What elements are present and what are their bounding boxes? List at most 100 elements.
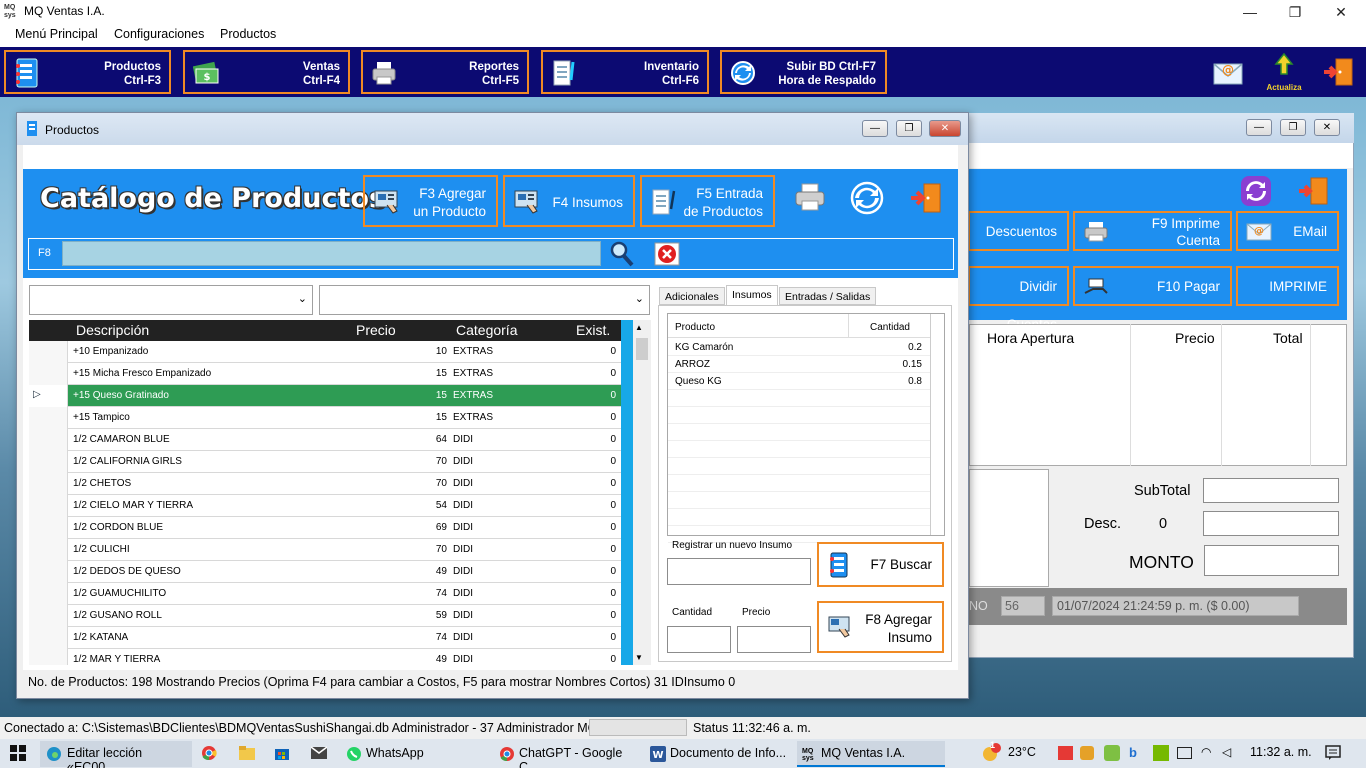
close-button[interactable]: ✕ [1327,2,1355,22]
table-row[interactable]: 1/2 CULICHI 70 DIDI 0 [29,539,621,561]
chrome-icon[interactable] [201,745,217,761]
tray-battery-icon[interactable] [1177,747,1192,759]
row-header[interactable] [29,583,68,605]
filter-combo-2[interactable]: ⌄ [319,285,650,315]
cantidad-input[interactable] [667,626,731,653]
row-header[interactable] [29,363,68,385]
productos-minimize-button[interactable]: — [862,120,888,137]
toolbar-subir-bd-button[interactable]: Subir BD Ctrl-F7 Hora de Respaldo [720,50,887,94]
insumo-row[interactable]: ARROZ 0.15 [668,356,930,373]
exit-door-icon[interactable] [1322,56,1356,88]
tray-volume-icon[interactable]: ◁ [1222,745,1231,759]
taskbar-item-chrome[interactable]: ChatGPT - Google C... [493,741,641,768]
agregar-insumo-button[interactable]: F8 Agregar Insumo [817,601,944,653]
row-header[interactable] [29,649,68,665]
table-row[interactable]: 1/2 CORDON BLUE 69 DIDI 0 [29,517,621,539]
refresh-icon[interactable] [1240,175,1272,207]
menu-principal[interactable]: Menú Principal [15,27,98,41]
file-explorer-icon[interactable] [238,745,256,761]
col-precio[interactable]: Precio [356,322,396,338]
row-header[interactable] [29,561,68,583]
taskbar-item-mqventas[interactable]: MQ sys MQ Ventas I.A. [797,741,945,767]
col-categoria[interactable]: Categoría [456,322,517,338]
col-producto[interactable]: Producto [675,322,715,333]
taskbar-item-whatsapp[interactable]: WhatsApp [340,741,488,767]
exit-door-icon[interactable] [908,181,944,215]
row-header[interactable] [29,605,68,627]
ventas-restore-button[interactable]: ❐ [1280,119,1306,136]
row-header[interactable] [29,627,68,649]
table-row[interactable]: 1/2 GUAMUCHILITO 74 DIDI 0 [29,583,621,605]
actualiza-button[interactable]: Actualiza [1262,52,1306,92]
descuentos-button[interactable]: Descuentos [968,211,1069,251]
ventas-minimize-button[interactable]: — [1246,119,1272,136]
restore-button[interactable]: ❐ [1281,2,1309,22]
dividir-cuentas-button[interactable]: Dividir Cuentas [968,266,1069,332]
tab-entradas-salidas[interactable]: Entradas / Salidas [779,287,877,305]
grid-scrollbar[interactable]: ▲ ▼ [633,320,651,665]
insumos-grid[interactable]: Producto Cantidad KG Camarón 0.2 ARROZ 0.15… [667,313,945,543]
desc-field[interactable] [1203,511,1339,536]
clear-icon[interactable] [654,242,680,266]
imprime-cuenta-button[interactable]: F9 Imprime Cuenta [1073,211,1232,251]
table-row[interactable]: 1/2 CALIFORNIA GIRLS 70 DIDI 0 [29,451,621,473]
table-row[interactable]: 1/2 MAR Y TIERRA 49 DIDI 0 [29,649,621,665]
tray-wifi-icon[interactable]: ◠ [1201,745,1211,759]
menu-configuraciones[interactable]: Configuraciones [114,27,204,41]
table-row[interactable]: +15 Micha Fresco Empanizado 15 EXTRAS 0 [29,363,621,385]
row-header[interactable] [29,495,68,517]
productos-close-button[interactable]: ✕ [929,120,961,137]
tray-anydesk-icon[interactable] [1058,746,1073,760]
sync-icon[interactable] [850,181,884,215]
search-icon[interactable] [609,240,635,268]
entrada-productos-button[interactable]: F5 Entrada de Productos [640,175,775,227]
row-header[interactable]: ▷ [29,385,68,407]
notification-center-icon[interactable] [1325,745,1341,761]
productos-restore-button[interactable]: ❐ [896,120,922,137]
pagar-button[interactable]: F10 Pagar [1073,266,1232,306]
tray-bing-icon[interactable]: b [1129,745,1137,760]
row-header[interactable] [29,451,68,473]
taskbar-item-edge[interactable]: Editar lección «EC00... [40,741,192,768]
tray-app-icon[interactable] [1080,746,1094,760]
search-input[interactable] [62,241,601,266]
col-existencia[interactable]: Exist. [576,322,610,338]
row-header[interactable] [29,539,68,561]
precio-input[interactable] [737,626,811,653]
windows-start-icon[interactable] [10,745,26,761]
insumo-row[interactable]: KG Camarón 0.2 [668,339,930,356]
table-row[interactable]: 1/2 DEDOS DE QUESO 49 DIDI 0 [29,561,621,583]
row-header[interactable] [29,407,68,429]
scroll-down-icon[interactable]: ▼ [635,653,643,662]
row-header[interactable] [29,341,68,363]
insumos-button[interactable]: F4 Insumos [503,175,635,227]
menu-productos[interactable]: Productos [220,27,276,41]
store-icon[interactable] [274,745,290,761]
table-row[interactable]: +15 Tampico 15 EXTRAS 0 [29,407,621,429]
nuevo-insumo-input[interactable] [667,558,811,585]
toolbar-productos-button[interactable]: Productos Ctrl-F3 [4,50,171,94]
toolbar-ventas-button[interactable]: $ Ventas Ctrl-F4 [183,50,350,94]
taskbar-clock[interactable]: 11:32 a. m. [1250,745,1312,759]
tab-insumos[interactable]: Insumos [726,285,778,306]
ventas-close-button[interactable]: ✕ [1314,119,1340,136]
row-header[interactable] [29,517,68,539]
tray-nvidia-icon[interactable] [1153,745,1169,761]
table-row[interactable]: 1/2 CHETOS 70 DIDI 0 [29,473,621,495]
taskbar-item-word[interactable]: W Documento de Info... [645,741,793,767]
scroll-thumb[interactable] [636,338,648,360]
ventas-notes-area[interactable] [969,469,1049,587]
filter-combo-1[interactable]: ⌄ [29,285,313,315]
table-row[interactable]: 1/2 CAMARON BLUE 64 DIDI 0 [29,429,621,451]
agregar-producto-button[interactable]: F3 Agregar un Producto [363,175,498,227]
tray-app-icon[interactable] [1104,745,1120,761]
printer-icon[interactable] [793,181,827,213]
toolbar-inventario-button[interactable]: Inventario Ctrl-F6 [541,50,709,94]
row-header[interactable] [29,473,68,495]
email-button[interactable]: @ EMail [1236,211,1339,251]
table-row[interactable]: 1/2 CIELO MAR Y TIERRA 54 DIDI 0 [29,495,621,517]
buscar-insumo-button[interactable]: F7 Buscar [817,542,944,587]
imprime-button[interactable]: IMPRIME [1236,266,1339,306]
table-row[interactable]: 1/2 GUSANO ROLL 59 DIDI 0 [29,605,621,627]
minimize-button[interactable]: — [1236,2,1264,22]
